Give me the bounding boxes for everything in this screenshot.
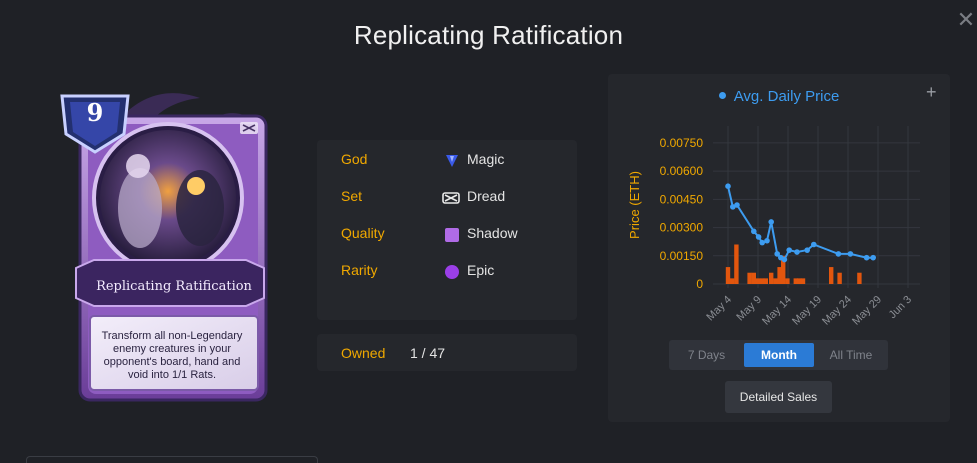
owned-value: 1 / 47 bbox=[410, 345, 446, 361]
info-value: Shadow bbox=[467, 225, 518, 241]
info-label: Rarity bbox=[341, 262, 378, 278]
x-tick-label: May 19 bbox=[790, 294, 824, 328]
modal-title: Replicating Ratification bbox=[353, 20, 624, 50]
price-point bbox=[725, 183, 731, 189]
range-button-group: 7 Days Month All Time bbox=[669, 340, 888, 370]
y-tick-label: 0.00600 bbox=[660, 164, 704, 178]
info-label: Set bbox=[341, 188, 363, 204]
volume-bar bbox=[747, 272, 752, 284]
volume-bar bbox=[785, 278, 790, 284]
price-point bbox=[870, 254, 876, 261]
volume-bar bbox=[829, 267, 834, 284]
info-value: Magic bbox=[467, 151, 505, 167]
y-tick-label: 0.00150 bbox=[660, 249, 704, 263]
y-tick-label: 0.00300 bbox=[660, 221, 704, 235]
epic-rarity-icon bbox=[445, 265, 459, 279]
volume-bar bbox=[837, 272, 842, 284]
info-label: God bbox=[341, 151, 368, 167]
card-rules-text: Transform all non-Legendary enemy creatu… bbox=[101, 330, 243, 381]
card-name: Replicating Ratification bbox=[96, 279, 252, 294]
x-tick-label: May 29 bbox=[850, 294, 884, 328]
x-tick-label: May 14 bbox=[760, 294, 794, 328]
info-value: Dread bbox=[467, 188, 506, 204]
price-chart: 0 0.00150 0.00300 0.00450 0.00600 0.00750 May … bbox=[627, 126, 920, 328]
volume-bar bbox=[725, 267, 731, 284]
card-mana-cost: 9 bbox=[86, 98, 104, 127]
close-icon[interactable]: ✕ bbox=[955, 8, 977, 32]
range-7-days-button[interactable]: 7 Days bbox=[669, 340, 744, 370]
y-tick-label: 0 bbox=[696, 277, 703, 291]
volume-bar bbox=[773, 278, 778, 284]
price-point bbox=[759, 239, 765, 246]
volume-bar bbox=[734, 244, 739, 284]
price-point bbox=[835, 251, 842, 257]
volume-bar bbox=[857, 272, 862, 284]
x-tick-label: May 4 bbox=[704, 294, 734, 324]
range-all-time-button[interactable]: All Time bbox=[814, 340, 888, 370]
x-tick-label: May 24 bbox=[820, 294, 854, 328]
shadow-quality-icon bbox=[445, 228, 459, 242]
volume-bar bbox=[755, 278, 761, 284]
price-chart-panel: Avg. Daily Price + 0 0.00150 0.00300 0.0045… bbox=[608, 74, 950, 422]
price-point bbox=[751, 228, 757, 235]
card-info-panel: God Magic Set Dread Quality Shadow Rarit… bbox=[317, 140, 577, 320]
price-line bbox=[727, 185, 874, 261]
price-point bbox=[786, 247, 792, 253]
price-point bbox=[764, 237, 770, 244]
y-tick-label: 0.00750 bbox=[660, 136, 704, 150]
info-label: Quality bbox=[341, 225, 385, 241]
volume-bar bbox=[763, 278, 768, 284]
detailed-sales-button[interactable]: Detailed Sales bbox=[725, 381, 832, 413]
price-point bbox=[755, 234, 762, 240]
info-value: Epic bbox=[467, 262, 495, 278]
x-tick-label: Jun 3 bbox=[887, 294, 915, 322]
volume-bar bbox=[769, 272, 774, 284]
y-tick-label: 0.00450 bbox=[660, 192, 704, 206]
price-point bbox=[847, 251, 854, 257]
y-axis-label: Price (ETH) bbox=[627, 171, 642, 239]
price-point bbox=[804, 247, 810, 253]
volume-bar bbox=[751, 272, 756, 284]
volume-bar bbox=[730, 278, 735, 284]
volume-bar bbox=[800, 278, 806, 284]
price-point bbox=[811, 241, 817, 248]
price-point bbox=[768, 219, 774, 225]
magic-god-icon bbox=[446, 155, 458, 167]
card-image: 9 Replicating Ratification Transform all… bbox=[50, 88, 272, 406]
owned-label: Owned bbox=[341, 345, 386, 361]
dread-set-icon bbox=[442, 192, 460, 204]
owned-panel: Owned 1 / 47 bbox=[317, 334, 577, 371]
price-point bbox=[863, 254, 870, 261]
price-point bbox=[734, 202, 740, 208]
range-month-button[interactable]: Month bbox=[744, 343, 814, 367]
price-point bbox=[781, 256, 788, 263]
price-point bbox=[794, 249, 800, 255]
